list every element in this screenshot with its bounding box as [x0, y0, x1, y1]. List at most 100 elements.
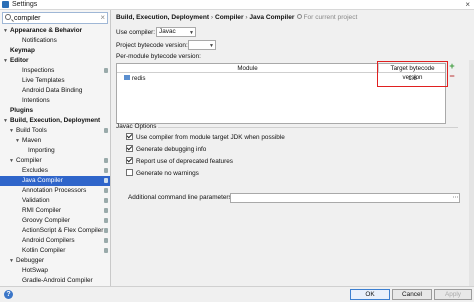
checkbox-label: Use compiler from module target JDK when…	[136, 134, 285, 141]
tree-item[interactable]: Live Templates	[0, 76, 110, 86]
project-scope-icon	[104, 188, 108, 193]
tree-item[interactable]: Keymap	[0, 46, 110, 56]
tree-item[interactable]: ▼ Compiler	[0, 156, 110, 166]
tree-item-label: RMI Compiler	[22, 207, 62, 214]
tree-item[interactable]: ActionScript & Flex Compiler	[0, 226, 110, 236]
project-scope-icon	[104, 218, 108, 223]
clear-search-icon[interactable]: ×	[100, 13, 105, 22]
settings-sidebar: × ▼Appearance & BehaviorNotificationsKey…	[0, 10, 111, 286]
tree-expand-icon[interactable]: ▼	[15, 136, 21, 146]
use-compiler-label: Use compiler:	[116, 29, 156, 36]
help-icon[interactable]: ?	[4, 290, 13, 299]
tree-item[interactable]: ▼ Appearance & Behavior	[0, 26, 110, 36]
group-divider	[158, 127, 458, 128]
expand-icon[interactable]: ⋯	[452, 194, 459, 202]
tree-item-label: Importing	[28, 147, 55, 154]
tree-item[interactable]: Excludes	[0, 166, 110, 176]
remove-icon[interactable]: −	[448, 72, 456, 81]
tree-expand-icon[interactable]: ▼	[3, 56, 9, 66]
checkbox-box[interactable]	[126, 145, 133, 152]
project-scope-icon	[104, 198, 108, 203]
tree-item-label: Excludes	[22, 167, 48, 174]
bytecode-version-select[interactable]: ▼	[188, 40, 216, 50]
title-bar: Settings ×	[0, 0, 474, 10]
project-scope-icon	[104, 248, 108, 253]
tree-item[interactable]: Gradle-Android Compiler	[0, 276, 110, 286]
ok-button[interactable]: OK	[350, 289, 390, 300]
module-cell: redis	[124, 74, 145, 83]
window-title: Settings	[12, 1, 38, 8]
tree-item[interactable]: HotSwap	[0, 266, 110, 276]
cancel-button[interactable]: Cancel	[392, 289, 432, 300]
tree-expand-icon[interactable]: ▼	[9, 256, 15, 266]
add-icon[interactable]: +	[448, 62, 456, 71]
tree-item[interactable]: Intentions	[0, 96, 110, 106]
checkbox-debugging-info[interactable]: Generate debugging info	[126, 145, 206, 154]
button-bar: ? OK Cancel Apply	[0, 286, 474, 302]
additional-params-input[interactable]	[230, 193, 460, 203]
project-scope-icon	[104, 68, 108, 73]
tree-item[interactable]: Annotation Processors	[0, 186, 110, 196]
tree-item-label: Maven	[22, 137, 42, 144]
annotation-highlight-box	[377, 61, 448, 87]
tree-item[interactable]: ▼ Build Tools	[0, 126, 110, 136]
tree-item[interactable]: Java Compiler	[0, 176, 110, 186]
tree-expand-icon[interactable]: ▼	[3, 26, 9, 36]
tree-item-label: Groovy Compiler	[22, 217, 70, 224]
breadcrumb: Build, Execution, Deployment › Compiler …	[116, 14, 357, 21]
tree-item-label: Appearance & Behavior	[10, 27, 83, 34]
tree-item[interactable]: Android Compilers	[0, 236, 110, 246]
checkbox-box[interactable]	[126, 157, 133, 164]
project-scope-icon	[104, 168, 108, 173]
tree-item-label: Build, Execution, Deployment	[10, 117, 101, 124]
project-scope-icon	[297, 14, 303, 19]
module-name: redis	[132, 75, 146, 82]
tree-item[interactable]: ▼ Editor	[0, 56, 110, 66]
tree-item[interactable]: Importing	[0, 146, 110, 156]
checkbox-box[interactable]	[126, 169, 133, 176]
checkbox-deprecated-features[interactable]: Report use of deprecated features	[126, 157, 233, 166]
vertical-scrollbar[interactable]	[469, 60, 474, 286]
search-icon	[5, 14, 11, 20]
project-scope-icon	[104, 238, 108, 243]
column-header-module[interactable]: Module	[117, 64, 379, 73]
project-scope-icon	[104, 128, 108, 133]
close-icon[interactable]: ×	[465, 0, 470, 9]
tree-item-label: Plugins	[10, 107, 34, 114]
checkbox-box[interactable]	[126, 133, 133, 140]
checkbox-use-target-jdk[interactable]: Use compiler from module target JDK when…	[126, 133, 285, 142]
chevron-down-icon: ▼	[209, 43, 214, 49]
tree-item-label: Notifications	[22, 37, 57, 44]
checkbox-no-warnings[interactable]: Generate no warnings	[126, 169, 199, 178]
per-module-label: Per-module bytecode version:	[116, 53, 201, 60]
tree-item[interactable]: ▼ Build, Execution, Deployment	[0, 116, 110, 126]
tree-item-label: Debugger	[16, 257, 45, 264]
tree-item[interactable]: Kotlin Compiler	[0, 246, 110, 256]
tree-item[interactable]: ▼ Debugger	[0, 256, 110, 266]
tree-item[interactable]: RMI Compiler	[0, 206, 110, 216]
search-input[interactable]	[14, 14, 98, 23]
apply-button[interactable]: Apply	[434, 289, 472, 300]
tree-item-label: Intentions	[22, 97, 50, 104]
tree-item[interactable]: Inspections	[0, 66, 110, 76]
breadcrumb-item: Build, Execution, Deployment	[116, 14, 210, 21]
tree-expand-icon[interactable]: ▼	[9, 126, 15, 136]
tree-item[interactable]: Notifications	[0, 36, 110, 46]
app-icon	[2, 1, 9, 8]
tree-item[interactable]: Validation	[0, 196, 110, 206]
tree-expand-icon[interactable]: ▼	[9, 156, 15, 166]
tree-item[interactable]: Groovy Compiler	[0, 216, 110, 226]
tree-item[interactable]: ▼ Maven	[0, 136, 110, 146]
checkbox-label: Report use of deprecated features	[136, 158, 233, 165]
tree-item[interactable]: Android Data Binding	[0, 86, 110, 96]
search-box[interactable]: ×	[2, 12, 108, 24]
tree-item-label: Compiler	[16, 157, 42, 164]
scope-note: For current project	[303, 14, 358, 21]
tree-expand-icon[interactable]: ▼	[3, 116, 9, 126]
use-compiler-select[interactable]: Javac ▼	[156, 27, 196, 37]
project-scope-icon	[104, 178, 108, 183]
tree-item-label: Gradle-Android Compiler	[22, 277, 93, 284]
breadcrumb-item: Java Compiler	[249, 14, 295, 21]
javac-options-title: Javac Options	[116, 123, 157, 130]
tree-item[interactable]: Plugins	[0, 106, 110, 116]
